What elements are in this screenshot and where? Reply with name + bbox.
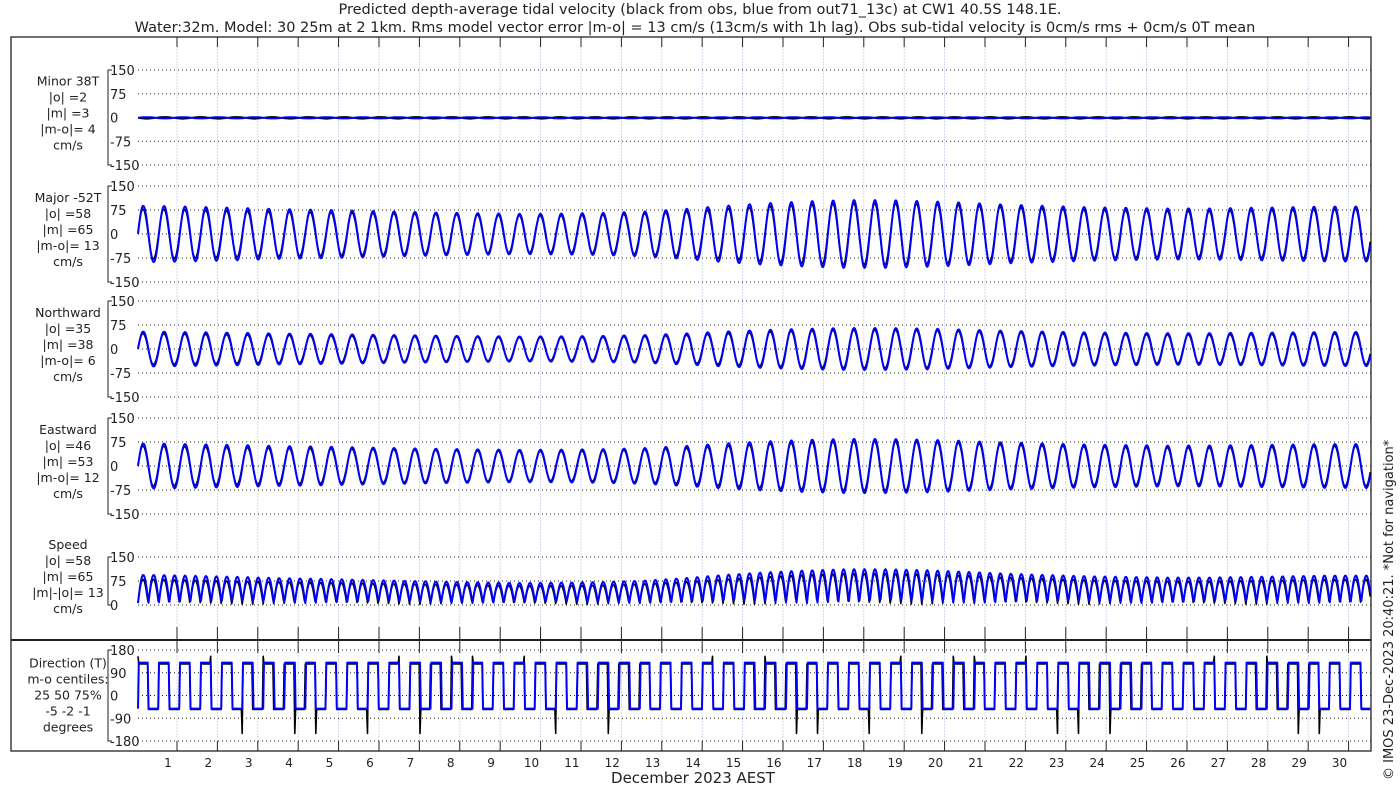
panel-label-line: Northward xyxy=(35,305,101,320)
panel-label-line: Speed xyxy=(48,537,87,552)
y-tick-label: -150 xyxy=(110,391,140,406)
panel-label-line: Eastward xyxy=(39,422,97,437)
y-tick-label: -150 xyxy=(110,159,140,174)
y-tick-label: -150 xyxy=(110,276,140,291)
panel-label-line: |m| =3 xyxy=(47,106,90,121)
x-tick-label: 30 xyxy=(1332,756,1347,770)
copyright-footer: © IMOS 23-Dec-2023 20:40:21. *Not for na… xyxy=(1382,439,1397,780)
x-tick-label: 26 xyxy=(1170,756,1185,770)
x-axis-label: December 2023 AEST xyxy=(611,769,776,787)
panel-label-line: |o| =2 xyxy=(49,90,87,105)
y-tick-label: 180 xyxy=(110,644,135,659)
x-tick-label: 14 xyxy=(685,756,700,770)
y-tick-label: 0 xyxy=(110,599,118,614)
minor-model-series xyxy=(137,116,1371,120)
x-tick-label: 6 xyxy=(366,756,374,770)
panel-label-line: |m| =65 xyxy=(43,569,94,584)
y-tick-label: -150 xyxy=(110,508,140,523)
y-tick-label: 150 xyxy=(110,295,135,310)
x-tick-label: 22 xyxy=(1009,756,1024,770)
x-tick-label: 15 xyxy=(726,756,741,770)
x-tick-label: 19 xyxy=(887,756,902,770)
y-tick-label: 150 xyxy=(110,412,135,427)
x-tick-label: 24 xyxy=(1089,756,1104,770)
y-tick-label: 150 xyxy=(110,551,135,566)
chart-title-line2: Water:32m. Model: 30 25m at 2 1km. Rms m… xyxy=(135,20,1256,36)
speed-model-series xyxy=(137,568,1372,605)
y-tick-label: 0 xyxy=(110,112,118,127)
x-tick-label: 29 xyxy=(1291,756,1306,770)
y-tick-label: 0 xyxy=(110,460,118,475)
x-tick-label: 9 xyxy=(487,756,495,770)
y-tick-label: 75 xyxy=(110,204,127,219)
x-tick-label: 1 xyxy=(164,756,172,770)
x-tick-label: 12 xyxy=(605,756,620,770)
panel-label-line: cm/s xyxy=(53,486,83,501)
panel-label-line: Minor 38T xyxy=(37,74,100,89)
y-tick-label: 0 xyxy=(110,343,118,358)
x-tick-label: 28 xyxy=(1251,756,1266,770)
x-tick-label: 11 xyxy=(564,756,579,770)
x-tick-label: 5 xyxy=(326,756,334,770)
x-tick-label: 25 xyxy=(1130,756,1145,770)
y-tick-label: -75 xyxy=(110,484,131,499)
panel-label-line: |o| =58 xyxy=(45,553,91,568)
x-tick-label: 8 xyxy=(447,756,455,770)
panel-label-line: cm/s xyxy=(53,369,83,384)
x-tick-label: 2 xyxy=(204,756,212,770)
panel-label-line: cm/s xyxy=(53,601,83,616)
panel-label-line: |m-o|= 4 xyxy=(40,122,95,137)
y-tick-label: 0 xyxy=(110,228,118,243)
panel-label-line: degrees xyxy=(43,720,93,735)
panel-label-line: m-o centiles: xyxy=(27,672,108,687)
x-tick-label: 13 xyxy=(645,756,660,770)
panel-label-line: |o| =46 xyxy=(45,438,91,453)
panel-label-line: |o| =58 xyxy=(45,206,91,221)
panel-label-line: |o| =35 xyxy=(45,321,91,336)
x-tick-label: 23 xyxy=(1049,756,1064,770)
y-tick-label: -90 xyxy=(110,712,131,727)
y-tick-label: 150 xyxy=(110,64,135,79)
y-tick-label: 75 xyxy=(110,575,127,590)
x-tick-label: 20 xyxy=(928,756,943,770)
x-tick-label: 16 xyxy=(766,756,781,770)
panel-label-line: cm/s xyxy=(53,138,83,153)
panel-label-line: 25 50 75% xyxy=(34,688,102,703)
y-tick-label: 0 xyxy=(110,690,118,705)
x-tick-label: 21 xyxy=(968,756,983,770)
tidal-velocity-chart: Predicted depth-average tidal velocity (… xyxy=(10,2,1397,787)
panel-label-line: Major -52T xyxy=(35,190,102,205)
panel-label-line: |m| =65 xyxy=(43,222,94,237)
y-tick-label: -75 xyxy=(110,367,131,382)
y-tick-label: 75 xyxy=(110,88,127,103)
y-tick-label: 150 xyxy=(110,180,135,195)
y-tick-label: 90 xyxy=(110,667,127,682)
x-tick-label: 17 xyxy=(807,756,822,770)
y-tick-label: 75 xyxy=(110,319,127,334)
x-tick-label: 27 xyxy=(1211,756,1226,770)
panel-label-line: |m| =38 xyxy=(43,337,94,352)
y-tick-label: 75 xyxy=(110,436,127,451)
panel-label-line: |m|-|o|= 13 xyxy=(32,585,104,600)
y-tick-label: -75 xyxy=(110,135,131,150)
panel-label-line: cm/s xyxy=(53,254,83,269)
panel-label-line: Direction (T) xyxy=(29,656,107,671)
velocity-frame xyxy=(10,36,1372,641)
x-tick-label: 10 xyxy=(524,756,539,770)
x-tick-label: 18 xyxy=(847,756,862,770)
x-tick-label: 7 xyxy=(406,756,414,770)
x-tick-label: 3 xyxy=(245,756,253,770)
x-tick-label: 4 xyxy=(285,756,293,770)
panel-label-line: -5 -2 -1 xyxy=(45,704,90,719)
y-tick-label: -180 xyxy=(110,735,140,750)
panel-label-line: |m-o|= 13 xyxy=(36,238,99,253)
panel-label-line: |m-o|= 12 xyxy=(36,470,99,485)
y-tick-label: -75 xyxy=(110,252,131,267)
panel-label-line: |m| =53 xyxy=(43,454,94,469)
chart-title-line1: Predicted depth-average tidal velocity (… xyxy=(338,2,1061,18)
panel-label-line: |m-o|= 6 xyxy=(40,353,95,368)
